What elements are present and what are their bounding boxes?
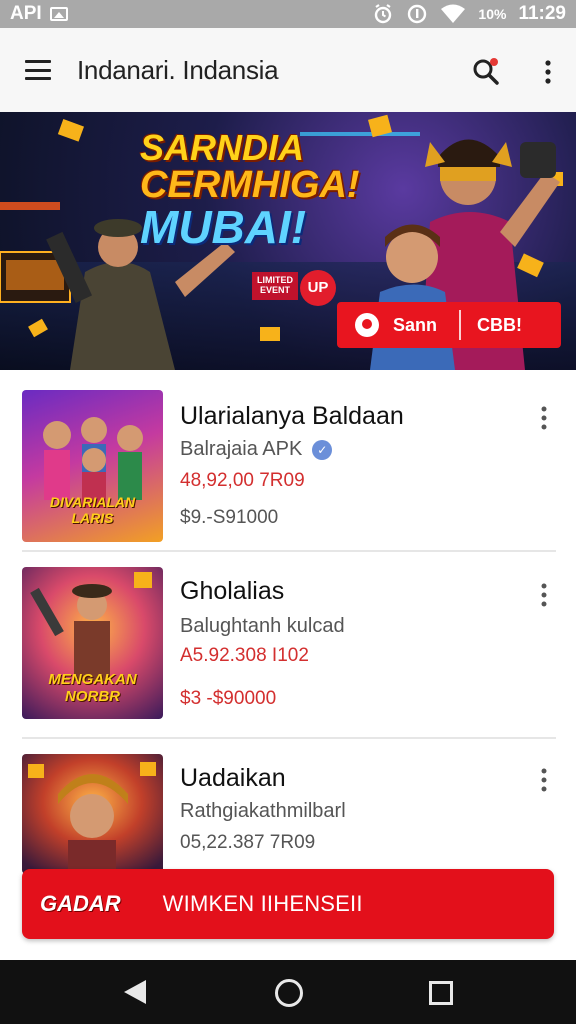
divider — [22, 550, 556, 552]
list-item[interactable]: Uadaikan Rathgiakathmilbarl 05,22.387 7R… — [22, 754, 556, 874]
item-price-secondary: $9.-S91000 — [180, 507, 279, 528]
banner-cta-button[interactable]: Sann CBB! — [337, 302, 561, 348]
item-price-secondary: $3 -$90000 — [180, 688, 277, 709]
gift-icon — [355, 313, 379, 337]
item-subtitle-text: Balrajaia APK — [180, 438, 303, 460]
alarm-icon — [375, 4, 392, 24]
item-title: Ularialanya Baldaan — [180, 402, 404, 430]
banner-headline-line2: CERMHIGA! — [140, 164, 360, 206]
thumbnail-label: DIVARIALAN LARIS — [49, 494, 136, 526]
data-saver-icon — [408, 4, 427, 24]
more-vert-icon[interactable] — [538, 58, 558, 86]
item-price-primary: A5.92.308 I102 — [180, 645, 309, 666]
divider — [22, 737, 556, 739]
app-bar: Indanari. Indansia — [0, 28, 576, 113]
up-badge: UP — [300, 270, 336, 306]
image-notification-icon — [49, 7, 68, 21]
cta-divider — [459, 310, 462, 340]
promo-install-bar[interactable]: GADAR WIMKEN IIHENSEII — [22, 869, 554, 939]
verified-badge-icon: ✓ — [312, 439, 333, 460]
app-thumbnail[interactable]: MENGAKAN NORBR — [22, 567, 163, 719]
system-nav-bar — [0, 960, 576, 1024]
event-badge: LIMITED EVENT — [252, 272, 298, 300]
item-subtitle: Balughtanh kulcad — [180, 615, 345, 637]
banner-headline: SARNDIA CERMHIGA! MUBAI! — [140, 127, 380, 253]
item-more-icon[interactable] — [534, 766, 554, 794]
status-bar: API 10% 11:29 — [0, 0, 576, 28]
item-more-icon[interactable] — [534, 404, 554, 432]
hero-banner[interactable]: SARNDIA CERMHIGA! MUBAI! LIMITED EVENT U… — [0, 112, 576, 370]
battery-percent: 10% — [478, 6, 507, 22]
notification-dot — [490, 58, 498, 66]
promo-text: WIMKEN IIHENSEII — [162, 891, 363, 916]
thumbnail-label: MENGAKAN NORBR — [48, 671, 137, 705]
item-subtitle: Balrajaia APK ✓ — [180, 438, 333, 461]
carrier-label: API — [10, 3, 42, 24]
banner-cta-secondary-label: CBB! — [477, 314, 523, 335]
back-icon[interactable] — [124, 980, 146, 1004]
recents-icon[interactable] — [429, 981, 453, 1005]
item-subtitle: Rathgiakathmilbarl — [180, 800, 346, 822]
home-icon[interactable] — [275, 979, 303, 1007]
banner-headline-line1: SARNDIA — [140, 127, 305, 168]
banner-cta-primary-label: Sann — [393, 314, 438, 335]
banner-headline-line3: MUBAI! — [140, 201, 307, 253]
item-more-icon[interactable] — [534, 581, 554, 609]
item-title: Uadaikan — [180, 764, 286, 792]
app-thumbnail[interactable] — [22, 754, 163, 874]
app-thumbnail[interactable]: DIVARIALAN LARIS — [22, 390, 163, 542]
list-item[interactable]: MENGAKAN NORBR Gholalias Balughtanh kulc… — [22, 567, 556, 729]
menu-icon[interactable] — [25, 60, 51, 80]
item-title: Gholalias — [180, 577, 285, 605]
item-price-primary: 48,92,00 7R09 — [180, 470, 305, 491]
search-icon[interactable] — [470, 56, 502, 88]
thumbnail-art — [22, 754, 163, 874]
item-price-primary: 05,22.387 7R09 — [180, 832, 316, 853]
promo-logo: GADAR — [40, 891, 121, 916]
wifi-icon — [441, 4, 466, 23]
list-item[interactable]: DIVARIALAN LARIS Ularialanya Baldaan Bal… — [22, 390, 556, 550]
app-title: Indanari. Indansia — [77, 54, 279, 85]
clock: 11:29 — [518, 3, 566, 24]
